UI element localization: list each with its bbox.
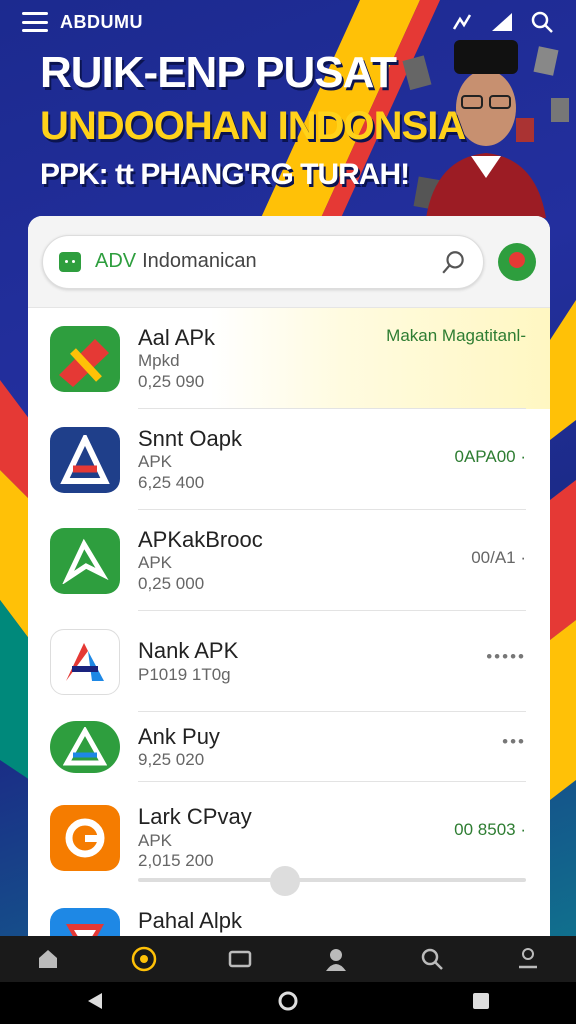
app-status: 0APA00 ·	[454, 447, 526, 466]
headline-line-2: UNDOOHAN INDONSIA	[40, 104, 466, 148]
app-name: Lark CPvay	[138, 804, 252, 830]
app-name: Snnt Oapk	[138, 425, 242, 451]
app-status: Makan Magatitanl-	[386, 326, 526, 345]
app-meta: 6,25 400	[138, 472, 205, 492]
store-icon[interactable]	[130, 945, 158, 973]
app-type: Mpkd	[138, 351, 180, 371]
app-meta: 2,015 200	[138, 851, 214, 871]
app-name: Ank Puy	[138, 723, 220, 749]
app-type: 9,25 020	[138, 750, 205, 769]
app-name: Pahal Alpk	[138, 908, 242, 933]
search-prefix: ADV	[95, 250, 137, 272]
search-value: Indomanican	[142, 250, 257, 272]
list-item[interactable]: APKakBrooc APK 0,25 000 00/A1 ·	[28, 510, 550, 611]
app-status: •••	[502, 732, 526, 751]
android-icon	[59, 251, 81, 272]
top-bar: ABDUMU	[0, 0, 576, 44]
app-type: APK	[138, 553, 173, 573]
app-meta: 0,25 090	[138, 371, 205, 391]
green-leaf-icon	[50, 527, 120, 594]
home-circle-icon[interactable]	[277, 990, 299, 1017]
list-item[interactable]: Aal APk Mpkd 0,25 090 Makan Magatitanl-	[28, 308, 550, 409]
app-status: 00/A1 ·	[471, 548, 526, 567]
app-status: •••••	[486, 647, 526, 666]
headline-line-3: PPK: tt PHANG'RG TURAH!	[40, 158, 410, 191]
recents-icon[interactable]	[472, 992, 490, 1015]
list-item[interactable]: Ank Puy 9,25 020 •••	[28, 712, 550, 782]
search-area: ADV Indomanican	[28, 216, 550, 308]
app-screen: ABDUMU RUIK-ENP PUSAT UNDOOHAN INDONSIA …	[0, 0, 576, 1024]
colorful-a-icon	[50, 628, 120, 695]
app-type: APK	[138, 830, 173, 850]
app-name: Aal APk	[138, 324, 216, 350]
search-icon[interactable]	[530, 10, 554, 34]
orange-g-icon	[50, 805, 120, 871]
brand-name: ABDUMU	[60, 11, 143, 32]
menu-icon[interactable]	[22, 12, 48, 32]
app-type: APK	[138, 452, 173, 472]
search-nav-icon[interactable]	[418, 945, 446, 973]
app-meta: 0,25 000	[138, 573, 205, 593]
app-name: APKakBrooc	[138, 526, 263, 552]
headline-line-1: RUIK-ENP PUSAT	[40, 48, 397, 97]
app-list-card: ADV Indomanican Aal APk Mpkd 0,25 090 Mak…	[28, 216, 550, 956]
bottom-nav	[0, 936, 576, 982]
search-icon[interactable]	[441, 249, 467, 275]
account-icon[interactable]	[514, 945, 542, 973]
list-item[interactable]: Snnt Oapk APK 6,25 400 0APA00 ·	[28, 409, 550, 510]
wifi-icon	[452, 14, 472, 30]
green-triangle-icon	[50, 721, 120, 773]
profile-icon[interactable]	[322, 945, 350, 973]
app-type: P1019 1T0g	[138, 664, 231, 684]
home-icon[interactable]	[34, 945, 62, 973]
app-name: Nank APK	[138, 638, 239, 664]
blue-a-icon	[50, 426, 120, 493]
scrollbar-thumb[interactable]	[270, 866, 300, 896]
app-list: Aal APk Mpkd 0,25 090 Makan Magatitanl- …	[28, 308, 550, 956]
list-item[interactable]: Nank APK P1019 1T0g •••••	[28, 611, 550, 712]
app-status: 00 8503 ·	[454, 820, 526, 839]
tv-icon[interactable]	[226, 945, 254, 973]
back-icon[interactable]	[86, 991, 104, 1016]
green-red-ribbon-icon	[50, 325, 120, 392]
horizontal-scrollbar[interactable]	[138, 878, 526, 882]
brand-logo-icon[interactable]	[498, 242, 536, 281]
search-field[interactable]: ADV Indomanican	[42, 234, 484, 289]
signal-icon	[492, 13, 512, 31]
system-nav-bar	[0, 982, 576, 1024]
